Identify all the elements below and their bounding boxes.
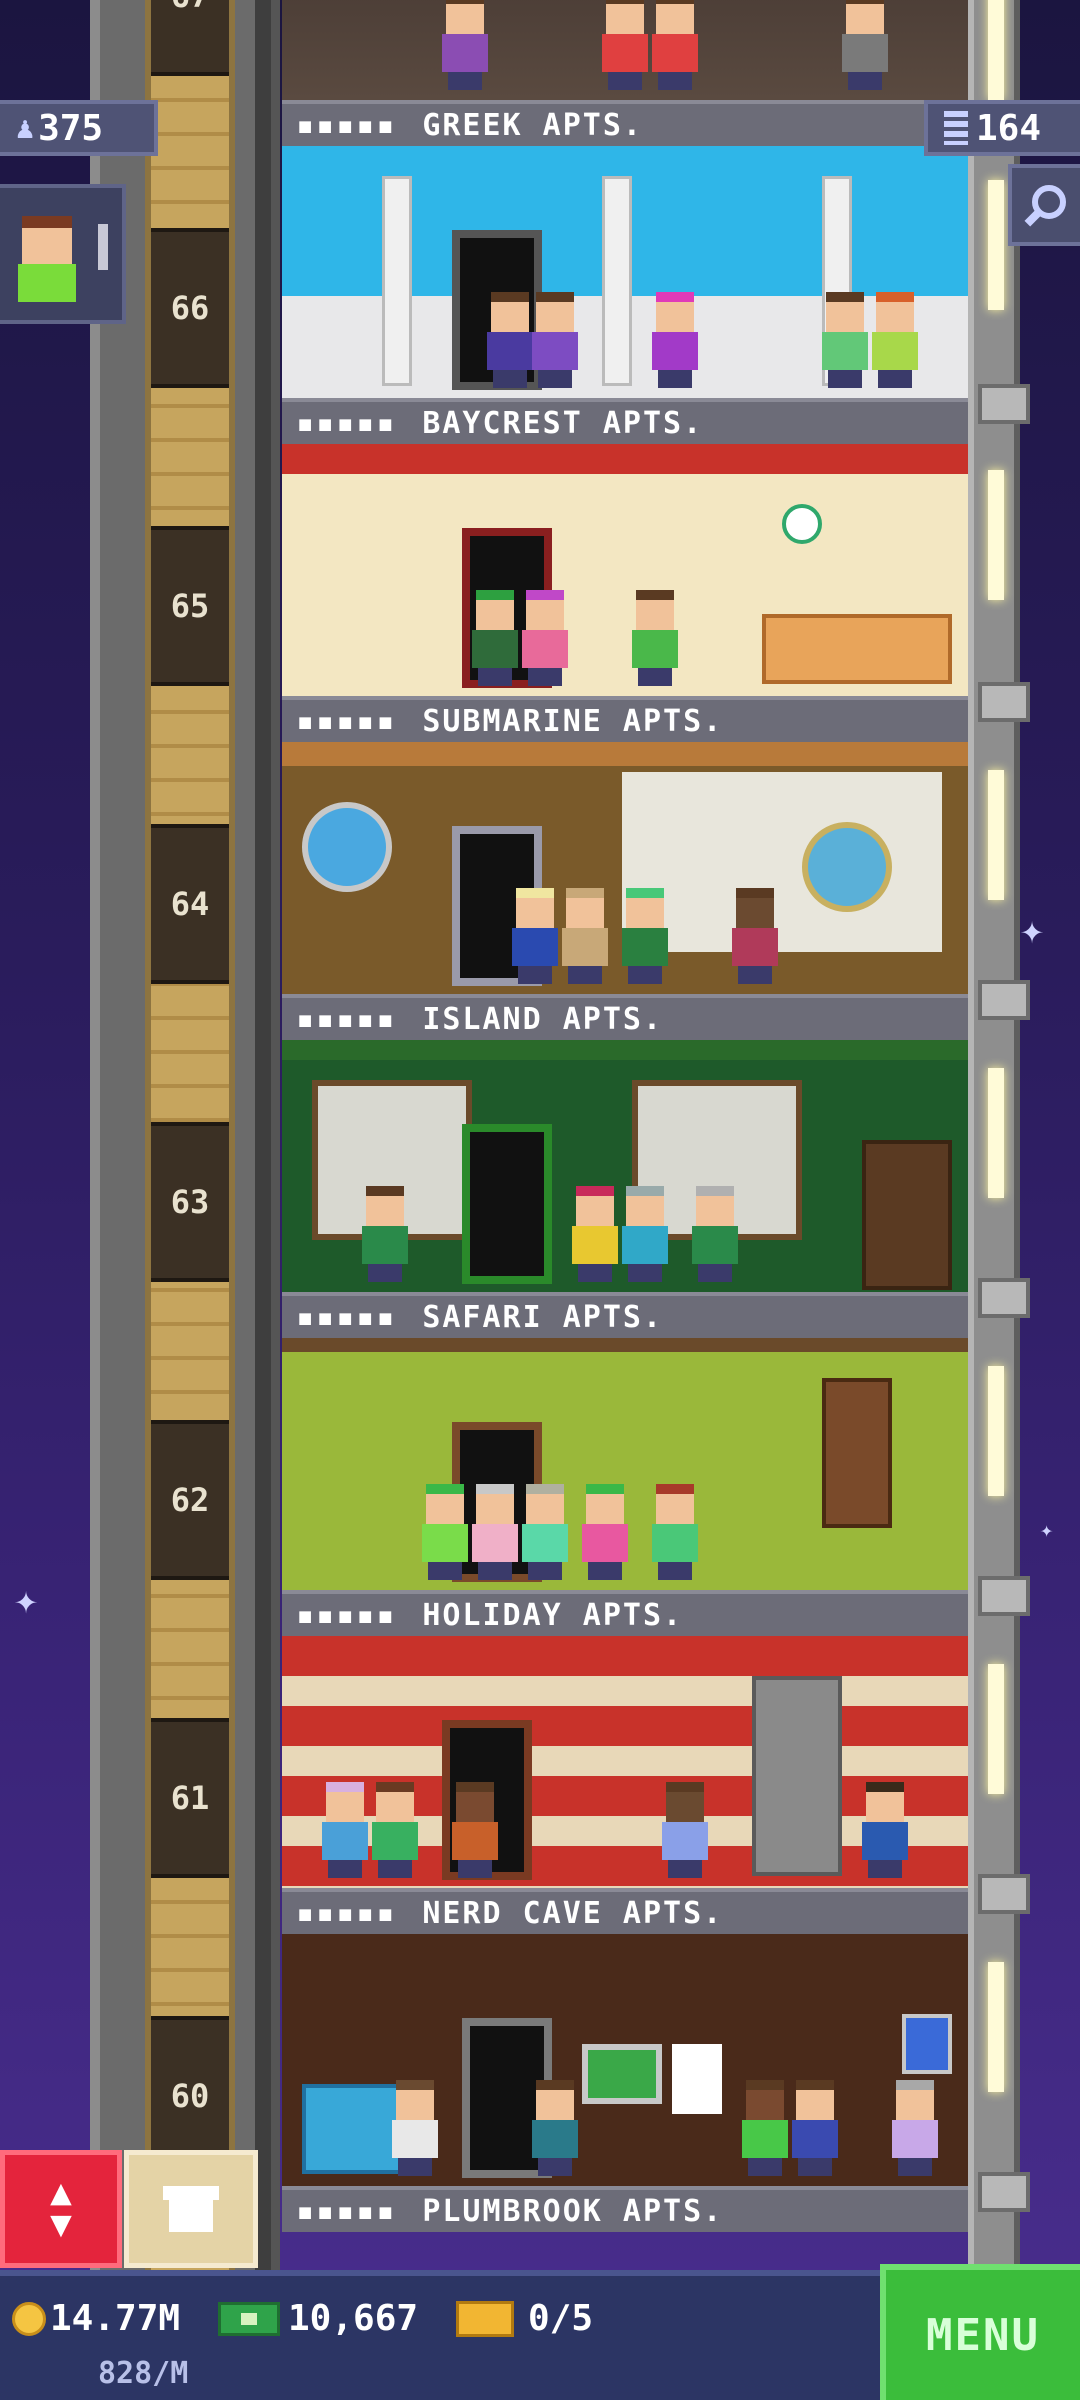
floor-banner: ▪▪▪▪▪ SUBMARINE APTS.	[282, 696, 968, 742]
coins-counter[interactable]: 14.77M	[12, 2298, 180, 2339]
floor-name: SUBMARINE APTS.	[422, 703, 724, 739]
star: ✦	[1040, 1518, 1054, 1543]
floor-number-64: 64	[151, 824, 229, 984]
floor-name: SAFARI APTS.	[422, 1299, 664, 1335]
floor-banner: ▪▪▪▪▪ BAYCREST APTS.	[282, 398, 968, 444]
floor-name: GREEK APTS.	[422, 107, 643, 143]
pillar-light	[988, 1366, 1004, 1496]
elevator-button[interactable]: ▲ ▼	[0, 2150, 122, 2268]
floor-number-66: 66	[151, 228, 229, 388]
pillar-light	[988, 1962, 1004, 2092]
elevator-cable	[255, 0, 271, 2270]
floor-number-67: 67	[151, 0, 229, 76]
golden-ticket-icon	[456, 2300, 514, 2337]
stars-rating: ▪▪▪▪▪	[296, 107, 397, 143]
pillar-light	[988, 770, 1004, 900]
coin-icon	[12, 2301, 46, 2336]
floor-62-holiday-apts[interactable]: ▪▪▪▪▪ HOLIDAY APTS.	[282, 1338, 968, 1636]
floor-banner: ▪▪▪▪▪ GREEK APTS.	[282, 100, 968, 146]
floor-67-greek-apts[interactable]: ▪▪▪▪▪ GREEK APTS.	[282, 0, 968, 146]
box-icon	[163, 2186, 219, 2232]
floor-name: PLUMBROOK APTS.	[422, 2193, 724, 2229]
avatar	[18, 216, 76, 302]
floor-number-63: 63	[151, 1122, 229, 1282]
coins-value: 14.77M	[50, 2298, 181, 2339]
stars-rating: ▪▪▪▪▪	[296, 1299, 397, 1335]
floor-number-61: 61	[151, 1718, 229, 1878]
bitizen-notification-button[interactable]	[0, 184, 126, 324]
stars-rating: ▪▪▪▪▪	[296, 405, 397, 441]
pillar-light	[988, 1664, 1004, 1794]
bux-icon	[218, 2301, 280, 2336]
pillar-bolt	[978, 682, 1030, 722]
coin-rate: 828/M	[98, 2356, 189, 2391]
magnifier-icon	[1024, 185, 1066, 227]
floor-65-submarine-apts[interactable]: ▪▪▪▪▪ SUBMARINE APTS.	[282, 444, 968, 742]
floor-banner: ▪▪▪▪▪ ISLAND APTS.	[282, 994, 968, 1040]
floors-value: 164	[976, 107, 1042, 149]
stars-rating: ▪▪▪▪▪	[296, 1001, 397, 1037]
stars-rating: ▪▪▪▪▪	[296, 1597, 397, 1633]
build-floor-button[interactable]	[124, 2150, 258, 2268]
search-button[interactable]	[1008, 164, 1080, 246]
floor-name: BAYCREST APTS.	[422, 405, 704, 441]
floor-66-baycrest-apts[interactable]: ▪▪▪▪▪ BAYCREST APTS.	[282, 146, 968, 444]
floor-63-safari-apts[interactable]: ▪▪▪▪▪ SAFARI APTS.	[282, 1040, 968, 1338]
pillar-bolt	[978, 1278, 1030, 1318]
bux-value: 10,667	[288, 2298, 419, 2339]
population-counter[interactable]: ♟ 375	[0, 100, 158, 156]
floor-61-nerd-cave-apts[interactable]: ▪▪▪▪▪ NERD CAVE APTS.	[282, 1636, 968, 1934]
stars-rating: ▪▪▪▪▪	[296, 703, 397, 739]
pillar-bolt	[978, 1874, 1030, 1914]
stars-rating: ▪▪▪▪▪	[296, 2193, 397, 2229]
star: ✦	[1020, 907, 1045, 953]
building-icon	[944, 111, 968, 145]
floor-name: NERD CAVE APTS.	[422, 1895, 724, 1931]
tickets-value: 0/5	[528, 2298, 594, 2339]
alert-icon	[98, 224, 108, 270]
floor-banner: ▪▪▪▪▪ SAFARI APTS.	[282, 1292, 968, 1338]
star: ✦	[14, 1577, 39, 1623]
floor-banner: ▪▪▪▪▪ HOLIDAY APTS.	[282, 1590, 968, 1636]
pillar-bolt	[978, 1576, 1030, 1616]
population-value: 375	[38, 107, 104, 149]
floor-banner: ▪▪▪▪▪ NERD CAVE APTS.	[282, 1888, 968, 1934]
down-arrow-icon: ▼	[50, 2204, 72, 2245]
floors-counter[interactable]: 164	[924, 100, 1080, 156]
pillar-bolt	[978, 2172, 1030, 2212]
floor-number-65: 65	[151, 526, 229, 686]
person-icon: ♟	[16, 110, 35, 146]
stars-rating: ▪▪▪▪▪	[296, 1895, 397, 1931]
pillar-light	[988, 470, 1004, 600]
pillar-bolt	[978, 980, 1030, 1020]
floor-64-island-apts[interactable]: ▪▪▪▪▪ ISLAND APTS.	[282, 742, 968, 1040]
floor-name: ISLAND APTS.	[422, 1001, 664, 1037]
menu-button[interactable]: MENU	[880, 2264, 1080, 2400]
pillar-light	[988, 0, 1004, 100]
floor-number-62: 62	[151, 1420, 229, 1580]
bux-counter[interactable]: 10,667	[218, 2298, 418, 2339]
floor-60-plumbrook-apts[interactable]: ▪▪▪▪▪ PLUMBROOK APTS.	[282, 1934, 968, 2232]
pillar-bolt	[978, 384, 1030, 424]
floor-banner: ▪▪▪▪▪ PLUMBROOK APTS.	[282, 2186, 968, 2232]
pillar-light	[988, 180, 1004, 310]
tickets-counter[interactable]: 0/5	[456, 2298, 593, 2339]
floor-name: HOLIDAY APTS.	[422, 1597, 684, 1633]
pillar-light	[988, 1068, 1004, 1198]
menu-label: MENU	[926, 2309, 1040, 2361]
